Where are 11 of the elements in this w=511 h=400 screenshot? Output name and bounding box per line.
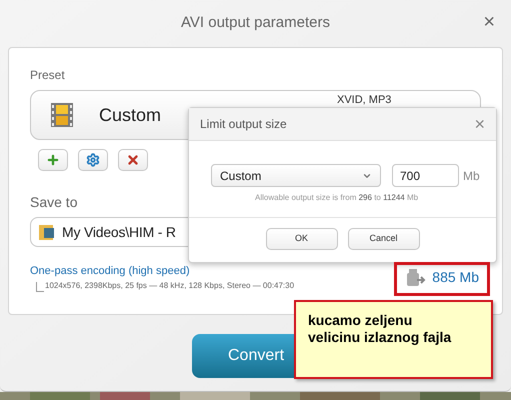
encoding-details: 1024x576, 2398Kbps, 25 fps — 48 kHz, 128 Kbps, Stereo — 00:47:30	[45, 280, 294, 292]
output-size: 885 Mb	[432, 268, 479, 287]
save-to-label: Save to	[30, 193, 78, 212]
preset-label: Preset	[30, 67, 66, 84]
dialog-title: Limit output size	[200, 116, 287, 133]
save-path: My Videos\HIM - R	[62, 222, 176, 242]
preset-codecs: XVID, MP3	[337, 95, 392, 106]
size-unit: Mb	[463, 168, 480, 184]
allowable-size-hint: Allowable output size is from 296 to 11244 Mb	[255, 192, 420, 204]
preset-name: Custom	[99, 104, 162, 126]
window-title: AVI output parameters	[181, 13, 330, 34]
